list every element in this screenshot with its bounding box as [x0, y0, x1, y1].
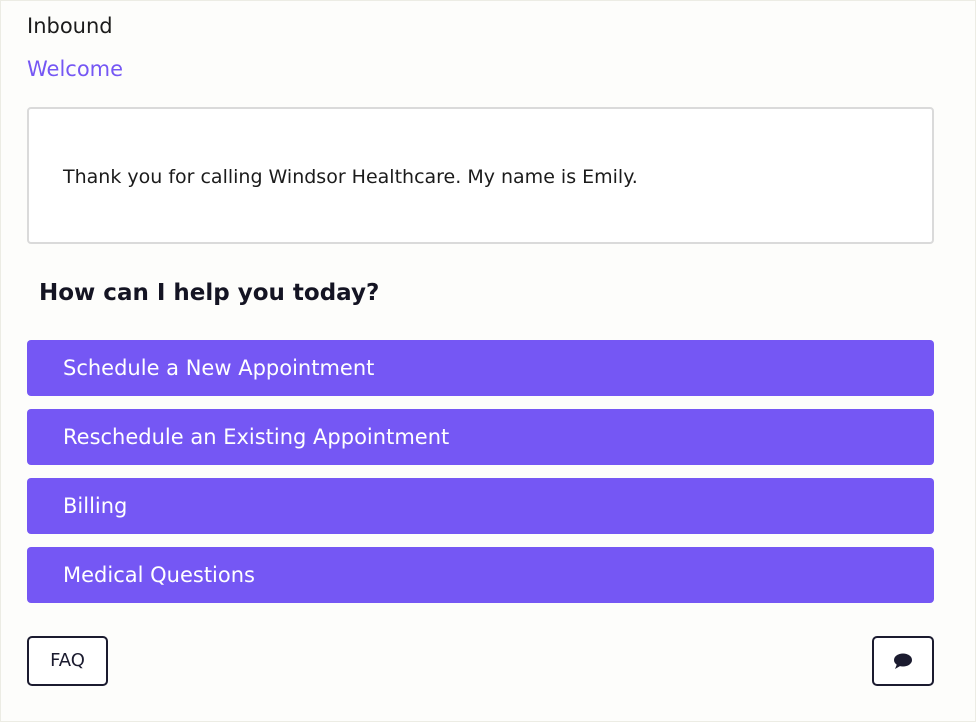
billing-button[interactable]: Billing	[27, 478, 934, 534]
section-label-welcome: Welcome	[27, 57, 124, 81]
greeting-box: Thank you for calling Windsor Healthcare…	[27, 107, 934, 244]
reschedule-appointment-button[interactable]: Reschedule an Existing Appointment	[27, 409, 934, 465]
help-question-heading: How can I help you today?	[39, 280, 380, 306]
chat-button[interactable]	[872, 636, 934, 686]
medical-questions-button[interactable]: Medical Questions	[27, 547, 934, 603]
header-title: Inbound	[27, 14, 113, 38]
greeting-text: Thank you for calling Windsor Healthcare…	[63, 166, 638, 188]
faq-button[interactable]: FAQ	[27, 636, 108, 686]
chat-bubble-icon	[894, 653, 912, 669]
schedule-appointment-button[interactable]: Schedule a New Appointment	[27, 340, 934, 396]
